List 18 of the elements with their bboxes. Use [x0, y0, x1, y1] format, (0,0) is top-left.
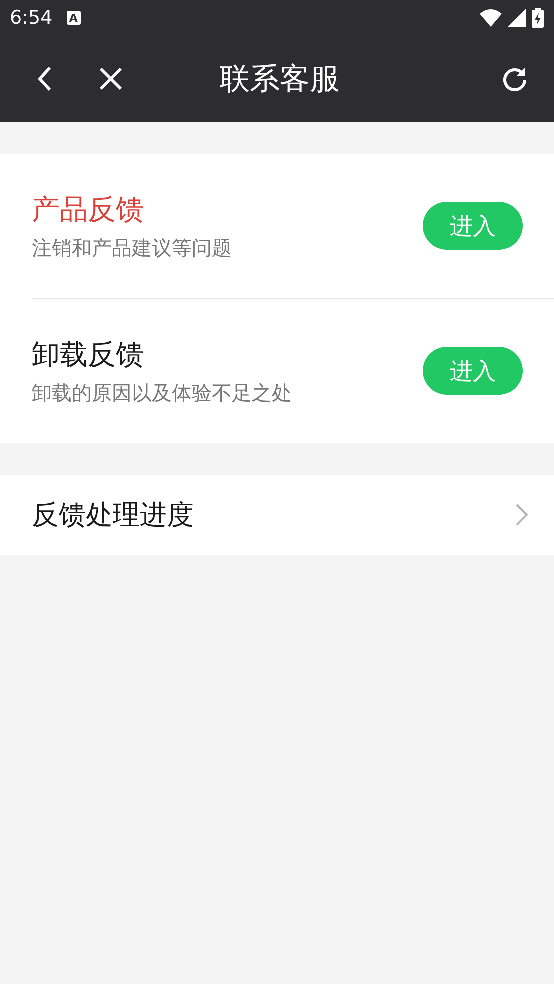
- feedback-description: 卸载的原因以及体验不足之处: [32, 380, 293, 406]
- chevron-icon: [516, 504, 528, 526]
- back-icon: [37, 66, 53, 92]
- feedback-title: 卸载反馈: [32, 336, 145, 372]
- progress-row[interactable]: 反馈处理进度: [0, 475, 554, 555]
- enter-button[interactable]: 进入: [423, 347, 523, 395]
- page-title: 联系客服: [219, 60, 341, 98]
- progress-label: 反馈处理进度: [32, 499, 195, 533]
- feedback-description: 注销和产品建议等问题: [32, 234, 233, 262]
- wifi-icon: [480, 9, 502, 27]
- battery-icon: [532, 8, 544, 28]
- signal-icon: [508, 9, 526, 27]
- enter-button[interactable]: 进入: [423, 202, 523, 250]
- close-icon: [99, 67, 123, 91]
- refresh-icon: [502, 66, 528, 92]
- feedback-title: 产品反馈: [32, 192, 145, 228]
- status-time: 6:54: [10, 7, 53, 29]
- notification-icon: A: [66, 11, 81, 25]
